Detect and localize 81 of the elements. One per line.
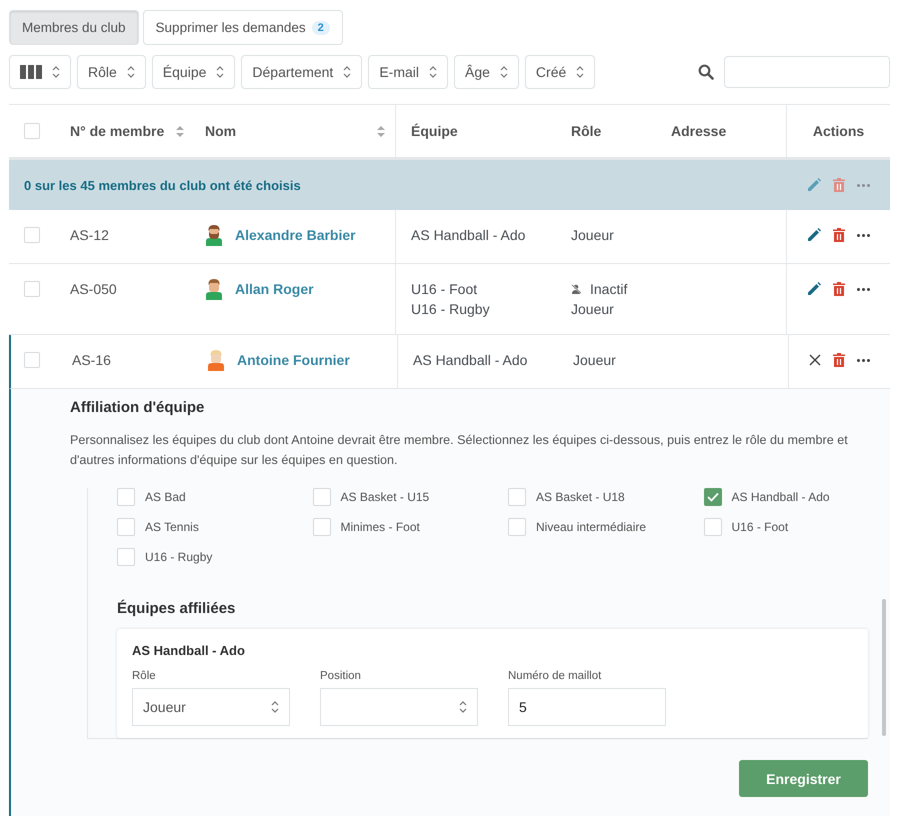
member-number: AS-050 <box>70 281 117 297</box>
chevron-icon <box>459 701 467 713</box>
chevron-icon <box>429 66 437 78</box>
filter-dropdown[interactable]: Département <box>241 55 362 89</box>
field-label: Position <box>320 670 362 682</box>
role-label: Joueur <box>571 301 614 317</box>
role-label: Joueur <box>571 227 614 243</box>
delete-icon[interactable] <box>833 353 845 367</box>
check-icon <box>706 492 718 502</box>
team-label: AS Tennis <box>145 520 199 534</box>
edit-icon[interactable] <box>807 228 821 242</box>
member-name-link[interactable]: Antoine Fournier <box>237 352 350 368</box>
filter-dropdown[interactable]: Rôle <box>77 55 146 89</box>
team-name: U16 - Foot <box>411 281 478 297</box>
sort-icon[interactable] <box>176 126 184 136</box>
section-title: Équipes affiliées <box>117 600 236 617</box>
member-number: AS-16 <box>72 352 111 368</box>
chevron-icon <box>343 66 352 78</box>
team-label: Minimes - Foot <box>340 520 420 534</box>
search-field[interactable] <box>724 56 890 88</box>
count-badge: 2 <box>312 20 330 34</box>
team-checkbox[interactable] <box>704 488 722 506</box>
team-label: AS Basket - U15 <box>340 490 430 504</box>
chevron-icon <box>126 66 135 78</box>
team-label: U16 - Rugby <box>145 550 212 564</box>
chevron-icon <box>216 66 224 78</box>
tab[interactable]: Membres du club <box>9 10 139 45</box>
role-label: Joueur <box>573 352 616 368</box>
delete-icon[interactable] <box>833 228 845 242</box>
filter-dropdown[interactable]: Créé <box>524 55 596 89</box>
filter-dropdown[interactable]: Âge <box>454 55 519 89</box>
team-label: AS Bad <box>145 490 186 504</box>
row-checkbox[interactable] <box>24 281 40 297</box>
column-header: Actions <box>812 123 864 139</box>
avatar-icon <box>205 224 223 246</box>
section-description: Personnalisez les équipes du club dont Antoine devrait être membre. Sélectionnez les équipes ci-dessous, puis entrez le rôle du membre et d'autres informations d'équipe sur les équipes en question. <box>70 432 849 469</box>
field-label: Numéro de maillot <box>508 670 602 682</box>
scrollbar[interactable] <box>882 599 886 736</box>
team-name: U16 - Rugby <box>411 301 490 317</box>
team-name: AS Handball - Ado <box>413 352 528 368</box>
selection-count: 0 sur les 45 membres du club ont été choisis <box>24 178 301 192</box>
member-name-link[interactable]: Allan Roger <box>235 281 314 297</box>
filter-dropdown[interactable]: E-mail <box>368 55 448 89</box>
column-header: Adresse <box>671 123 726 139</box>
columns-dropdown[interactable] <box>9 55 71 89</box>
section-title: Affiliation d'équipe <box>70 399 206 416</box>
column-header: Rôle <box>571 123 602 139</box>
column-header: Équipe <box>411 123 458 139</box>
select-field[interactable]: Joueur <box>132 688 290 726</box>
team-label: Niveau intermédiaire <box>536 520 646 534</box>
edit-icon[interactable] <box>807 282 821 296</box>
team-label: AS Basket - U18 <box>536 490 625 504</box>
team-label: U16 - Foot <box>732 520 788 534</box>
chevron-icon <box>500 66 508 78</box>
select-all-checkbox[interactable] <box>24 123 40 139</box>
avatar-icon <box>207 349 225 371</box>
delete-icon[interactable] <box>833 282 845 296</box>
sort-icon[interactable] <box>377 126 385 136</box>
avatar-icon <box>205 278 223 300</box>
delete-icon[interactable] <box>833 178 845 192</box>
field-label: Rôle <box>132 670 157 682</box>
chevron-icon <box>576 66 584 78</box>
team-label: AS Handball - Ado <box>732 490 830 504</box>
search-icon <box>698 64 714 80</box>
filter-dropdown[interactable]: Équipe <box>152 55 236 89</box>
column-header: N° de membre <box>70 123 164 139</box>
member-name-link[interactable]: Alexandre Barbier <box>235 227 356 243</box>
row-checkbox[interactable] <box>24 227 40 243</box>
card-title: AS Handball - Ado <box>132 643 246 658</box>
role-label: Inactif <box>590 281 628 297</box>
chevron-icon <box>52 66 60 78</box>
column-header: Nom <box>205 123 236 139</box>
row-checkbox[interactable] <box>24 352 40 368</box>
columns-icon <box>20 65 42 79</box>
member-number: AS-12 <box>70 227 109 243</box>
tab[interactable]: Supprimer les demandes 2 <box>142 10 343 45</box>
team-name: AS Handball - Ado <box>411 227 526 243</box>
chevron-icon <box>271 701 279 713</box>
select-field[interactable] <box>320 688 478 726</box>
close-icon[interactable] <box>809 354 821 366</box>
input-field[interactable]: 5 <box>508 688 666 726</box>
